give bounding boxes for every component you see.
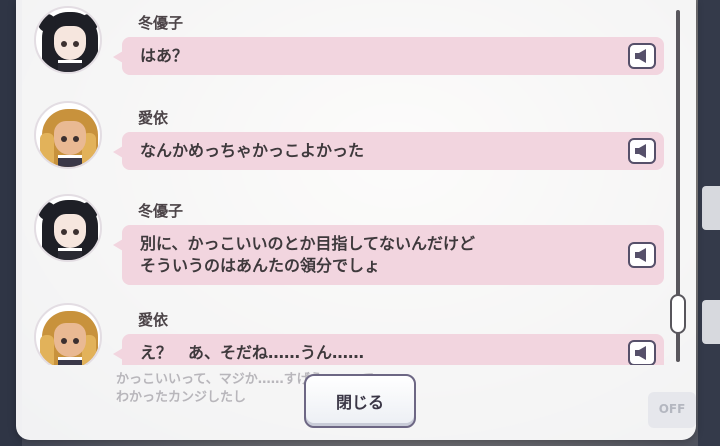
background-auto-toggle: OFF — [648, 392, 696, 428]
speaker-icon — [635, 346, 646, 360]
message-text: なんかめっちゃかっこよかった — [140, 141, 365, 160]
blonde-girl-avatar — [34, 101, 102, 169]
speaker-icon — [635, 49, 646, 63]
blonde-girl-avatar — [34, 303, 102, 365]
speaker-name: 愛依 — [138, 109, 169, 127]
message-log-panel: 冬優子 はあ？ 愛依 なんかめっちゃかっこよかった 冬優子 別に、かっこいいのと… — [16, 0, 696, 440]
scrollbar-thumb[interactable] — [670, 294, 686, 334]
side-menu-tab — [702, 186, 720, 230]
dark-twintail-girl-avatar — [34, 6, 102, 74]
message-bubble: なんかめっちゃかっこよかった — [113, 132, 664, 170]
message-text: はあ？ — [140, 46, 189, 65]
message-bubble: え？ あ、そだね……うん…… — [113, 334, 664, 365]
message-text: 別に、かっこいいのとか目指してないんだけど — [140, 234, 476, 253]
voice-play-button[interactable] — [628, 138, 656, 164]
close-button[interactable]: 閉じる — [304, 374, 416, 428]
voice-play-button[interactable] — [628, 242, 656, 268]
side-menu-tab — [702, 300, 720, 344]
background-right-strip — [698, 0, 720, 446]
speaker-name: 冬優子 — [138, 14, 184, 32]
close-button-label: 閉じる — [335, 393, 384, 412]
message-text: え？ あ、そだね……うん…… — [140, 343, 365, 362]
speaker-name: 冬優子 — [138, 202, 184, 220]
voice-play-button[interactable] — [628, 43, 656, 69]
speaker-icon — [635, 144, 646, 158]
message-bubble: 別に、かっこいいのとか目指してないんだけど そういうのはあんたの領分でしょ — [113, 225, 664, 285]
message-bubble: はあ？ — [113, 37, 664, 75]
speaker-name: 愛依 — [138, 311, 169, 329]
voice-play-button[interactable] — [628, 340, 656, 365]
message-text: そういうのはあんたの領分でしょ — [140, 256, 381, 275]
message-log-list[interactable]: 冬優子 はあ？ 愛依 なんかめっちゃかっこよかった 冬優子 別に、かっこいいのと… — [16, 0, 676, 365]
dark-twintail-girl-avatar — [34, 194, 102, 262]
speaker-icon — [635, 248, 646, 262]
